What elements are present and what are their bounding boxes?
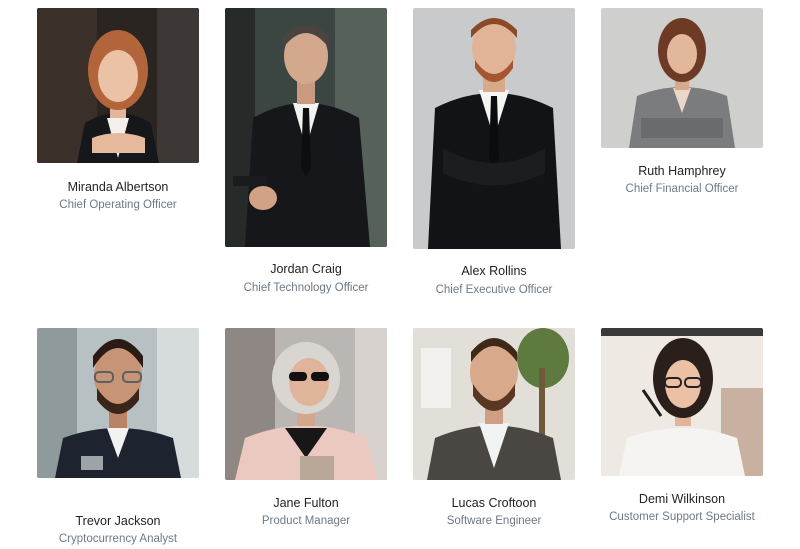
team-member-photo [413, 8, 575, 249]
team-member-name: Demi Wilkinson [638, 492, 726, 506]
team-member-role: Customer Support Specialist [609, 511, 755, 523]
team-member-name: Miranda Albertson [67, 180, 169, 194]
team-member-photo [225, 8, 387, 247]
team-member-role: Chief Financial Officer [625, 183, 739, 195]
team-member-photo [601, 328, 763, 476]
team-member-role: Chief Executive Officer [435, 284, 553, 296]
team-card: Jane Fulton Product Manager [225, 328, 387, 527]
team-card: Demi Wilkinson Customer Support Speciali… [601, 328, 763, 523]
team-member-photo [413, 328, 575, 480]
team-card: Jordan Craig Chief Technology Officer [225, 8, 387, 294]
team-grid: Miranda Albertson Chief Operating Office… [0, 0, 800, 549]
team-member-name: Jordan Craig [270, 262, 342, 276]
team-member-photo [601, 8, 763, 148]
team-member-photo [225, 328, 387, 480]
team-member-name: Alex Rollins [461, 264, 527, 278]
team-card: Ruth Hamphrey Chief Financial Officer [601, 8, 763, 195]
team-card: Lucas Croftoon Software Engineer [413, 328, 575, 527]
team-member-name: Jane Fulton [273, 496, 339, 510]
team-member-name: Ruth Hamphrey [638, 164, 726, 178]
team-card: Trevor Jackson Cryptocurrency Analyst [37, 328, 199, 545]
team-card: Miranda Albertson Chief Operating Office… [37, 8, 199, 211]
team-member-name: Lucas Croftoon [451, 496, 537, 510]
team-member-role: Chief Operating Officer [59, 199, 177, 211]
team-member-name: Trevor Jackson [75, 514, 161, 528]
team-card: Alex Rollins Chief Executive Officer [413, 8, 575, 296]
team-member-role: Cryptocurrency Analyst [58, 533, 178, 545]
team-member-photo [37, 328, 199, 478]
team-member-photo [37, 8, 199, 163]
